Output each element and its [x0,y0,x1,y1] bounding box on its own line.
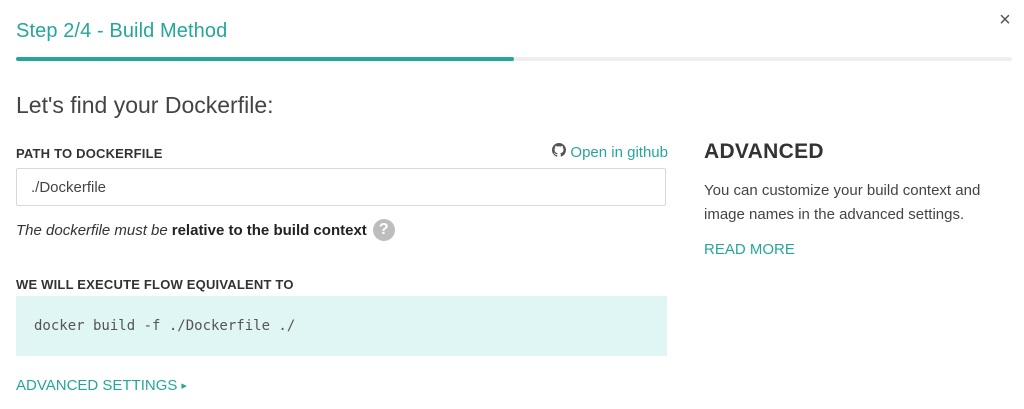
path-hint: The dockerfile must be relative to the b… [16,219,395,241]
read-more-link[interactable]: READ MORE [704,241,795,258]
sidebar-description: You can customize your build context and… [704,182,981,223]
hint-emphasis: relative to the build context [171,221,367,239]
caret-right-icon: ▸ [181,380,187,392]
step-title: Step 2/4 - Build Method [16,20,228,42]
advanced-settings-label: ADVANCED SETTINGS [16,377,178,394]
open-in-github-label: Open in github [570,143,668,161]
progress-bar [16,57,1012,61]
help-icon[interactable]: ? [372,219,395,241]
close-icon[interactable]: × [993,8,1017,32]
sidebar-title: ADVANCED [704,140,824,163]
dockerfile-path-input[interactable] [16,168,666,206]
open-in-github-link[interactable]: Open in github [552,143,668,161]
page-question: Let's find your Dockerfile: [16,92,274,118]
execute-label: WE WILL EXECUTE FLOW EQUIVALENT TO [16,277,294,292]
path-to-dockerfile-label: PATH TO DOCKERFILE [16,146,163,161]
advanced-sidebar: ADVANCED You can customize your build co… [704,140,1009,259]
hint-text: The dockerfile must be [16,221,168,239]
github-icon [552,143,567,161]
progress-bar-fill [16,57,514,61]
command-text: docker build -f ./Dockerfile ./ [34,318,296,334]
command-preview: docker build -f ./Dockerfile ./ [16,296,667,356]
advanced-settings-toggle[interactable]: ADVANCED SETTINGS ▸ [16,377,187,394]
wizard-header: Step 2/4 - Build Method [16,20,227,43]
